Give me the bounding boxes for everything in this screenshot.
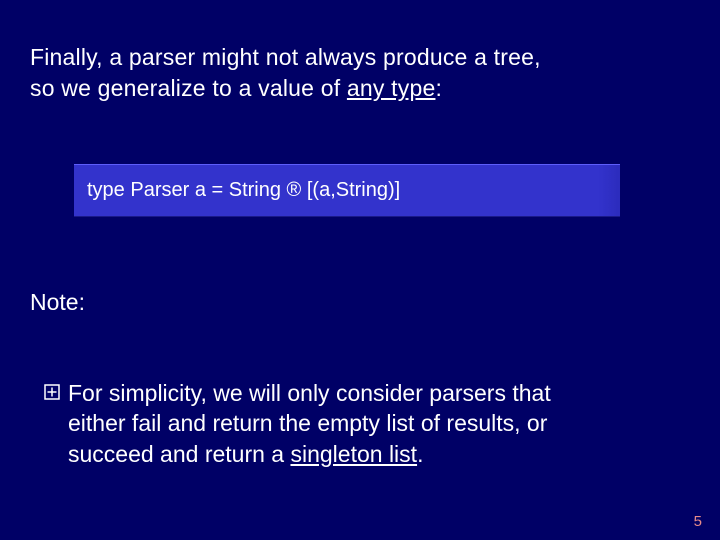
intro-paragraph: Finally, a parser might not always produ… xyxy=(30,42,690,104)
intro-underlined: any type xyxy=(347,75,436,101)
arrow-icon: ® xyxy=(287,179,302,201)
code-block-container: type Parser a = String ® [(a,String)] xyxy=(74,164,620,217)
bullet-icon xyxy=(44,384,66,410)
intro-line-2after: : xyxy=(435,75,442,101)
code-suffix: [(a,String)] xyxy=(301,179,400,201)
note-label: Note: xyxy=(30,289,690,316)
code-line: type Parser a = String ® [(a,String)] xyxy=(87,177,607,203)
page-number: 5 xyxy=(694,513,702,530)
bullet-line-b: either fail and return the empty list of… xyxy=(68,410,547,436)
slide: Finally, a parser might not always produ… xyxy=(0,0,720,540)
bullet-text: For simplicity, we will only consider pa… xyxy=(68,378,672,469)
code-prefix: type Parser a = String xyxy=(87,179,287,201)
bullet-underlined: singleton list xyxy=(290,441,417,467)
bullet-line-a: For simplicity, we will only consider pa… xyxy=(68,380,551,406)
bullet-line-cafter: . xyxy=(417,441,423,467)
code-block: type Parser a = String ® [(a,String)] xyxy=(74,164,620,217)
bullet-line-c: succeed and return a xyxy=(68,441,290,467)
intro-line-2a: so we generalize to a value of xyxy=(30,75,347,101)
list-item: For simplicity, we will only consider pa… xyxy=(44,378,672,469)
intro-line-1: Finally, a parser might not always produ… xyxy=(30,44,541,70)
bullet-list: For simplicity, we will only consider pa… xyxy=(44,378,690,469)
